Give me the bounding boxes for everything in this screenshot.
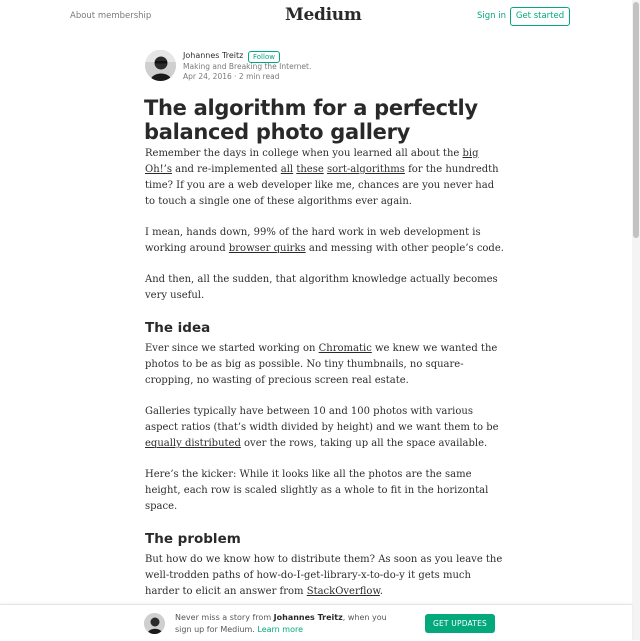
text: and messing with other people’s code.	[305, 243, 504, 254]
author-block: Johannes Treitz Follow Making and Breaki…	[145, 49, 505, 83]
top-navigation-bar: About membership Medium Sign in Get star…	[0, 0, 632, 34]
paragraph: And then, all the sudden, that algorithm…	[145, 274, 498, 301]
article-body: Remember the days in college when you le…	[145, 146, 505, 615]
paragraph: Galleries typically have between 10 and …	[145, 404, 505, 452]
author-avatar-icon	[144, 613, 165, 634]
get-updates-button[interactable]: GET UPDATES	[425, 614, 495, 633]
article-title: The algorithm for a perfectly balanced p…	[144, 96, 478, 144]
link-equally-distributed[interactable]: equally distributed	[145, 438, 241, 449]
scrollbar[interactable]	[632, 0, 640, 640]
author-bio: Making and Breaking the Internet.	[183, 62, 312, 71]
link-chromatic[interactable]: Chromatic	[319, 343, 372, 354]
author-avatar-icon[interactable]	[145, 50, 176, 81]
text: Ever since we started working on	[145, 343, 319, 354]
section-heading-idea: The idea	[145, 320, 211, 336]
signup-footer-bar: Never miss a story from Johannes Treitz,…	[0, 604, 632, 641]
footer-message: Never miss a story from Johannes Treitz,…	[175, 612, 405, 636]
link-these[interactable]: these	[296, 164, 323, 175]
link-stackoverflow[interactable]: StackOverflow	[307, 586, 380, 597]
text: Remember the days in college when you le…	[145, 148, 463, 159]
text: Never miss a story from	[175, 613, 274, 622]
link-browser-quirks[interactable]: browser quirks	[229, 243, 306, 254]
link-sort-algorithms[interactable]: sort-algorithms	[327, 164, 405, 175]
sign-in-link[interactable]: Sign in	[477, 11, 506, 21]
medium-logo[interactable]: Medium	[285, 5, 362, 25]
text: .	[379, 586, 384, 597]
get-started-button[interactable]: Get started	[510, 7, 570, 26]
paragraph: But how do we know how to distribute the…	[145, 552, 505, 600]
about-membership-link[interactable]: About membership	[70, 11, 151, 21]
paragraph: Here’s the kicker: While it looks like a…	[145, 469, 489, 512]
text: and re-implemented	[171, 164, 281, 175]
footer-author-name: Johannes Treitz	[273, 613, 343, 622]
learn-more-link[interactable]: Learn more	[257, 625, 303, 634]
text: Galleries typically have between 10 and …	[145, 406, 499, 433]
post-date-readtime: Apr 24, 2016 · 2 min read	[183, 72, 280, 81]
author-name[interactable]: Johannes Treitz	[183, 51, 243, 60]
section-heading-problem: The problem	[145, 531, 241, 547]
paragraph: Ever since we started working on Chromat…	[145, 341, 505, 389]
paragraph: Remember the days in college when you le…	[145, 146, 505, 210]
paragraph: I mean, hands down, 99% of the hard work…	[145, 225, 505, 257]
link-all[interactable]: all	[281, 164, 293, 175]
scrollbar-thumb[interactable]	[633, 2, 639, 238]
text: over the rows, taking up all the space a…	[240, 438, 488, 449]
